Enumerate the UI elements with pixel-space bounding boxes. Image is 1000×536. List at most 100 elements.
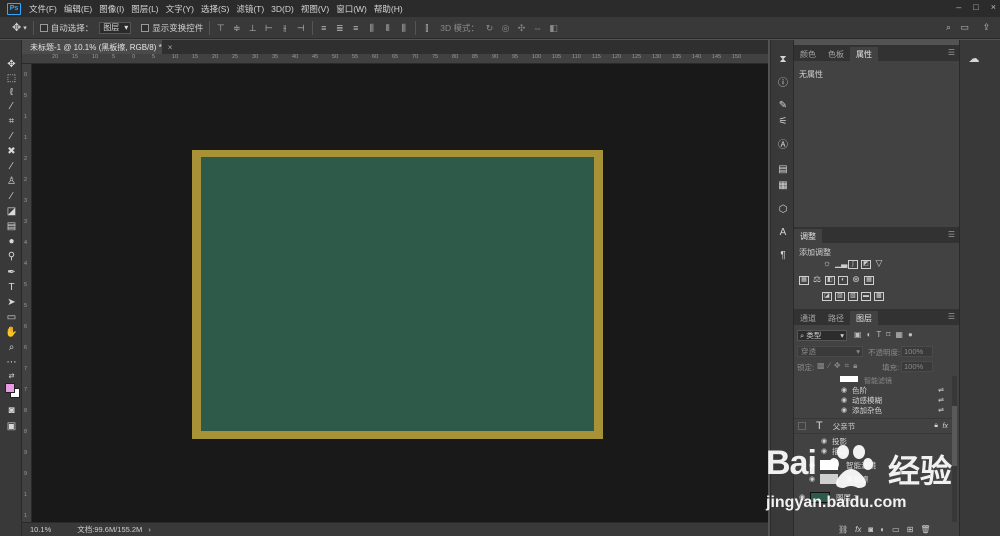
path-select-tool-icon[interactable]: ➤ bbox=[5, 296, 18, 309]
distribute-right-icon[interactable]: ⫼ bbox=[398, 23, 409, 33]
hand-tool-icon[interactable]: ✋ bbox=[5, 326, 18, 339]
auto-select-checkbox[interactable]: 自动选择： bbox=[39, 22, 93, 34]
lasso-tool-icon[interactable]: ℓ bbox=[5, 86, 18, 99]
search-icon[interactable]: ⌕ bbox=[943, 22, 954, 32]
default-colors-icon[interactable]: ⇄ bbox=[5, 370, 18, 383]
paragraph-styles-icon[interactable]: ▤ bbox=[777, 164, 789, 176]
visibility-toggle[interactable] bbox=[798, 422, 806, 430]
menu-type[interactable]: 文字(Y) bbox=[166, 3, 194, 15]
3d-slide-icon[interactable]: ⇔ bbox=[532, 23, 543, 33]
posterize-icon[interactable]: ▨ bbox=[835, 292, 845, 301]
threshold-icon[interactable]: ▧ bbox=[848, 292, 858, 301]
distribute-vcenter-icon[interactable]: ≣ bbox=[334, 23, 345, 33]
rectangle-tool-icon[interactable]: ▭ bbox=[5, 311, 18, 324]
layer-row[interactable]: T 父亲节 🔒︎ fx bbox=[794, 418, 954, 434]
tab-adjustments[interactable]: 调整 bbox=[794, 229, 822, 243]
channel-mixer-icon[interactable]: ⊛ bbox=[851, 275, 861, 285]
tab-channels[interactable]: 通道 bbox=[794, 311, 822, 325]
lock-paint-icon[interactable]: ∕ bbox=[829, 361, 830, 371]
tab-layers[interactable]: 图层 bbox=[850, 311, 878, 325]
filter-options-icon[interactable]: ⇌ bbox=[938, 386, 944, 394]
gradient-tool-icon[interactable]: ▤ bbox=[5, 220, 18, 233]
menu-view[interactable]: 视图(V) bbox=[301, 3, 329, 15]
lock-pixels-icon[interactable]: ▩ bbox=[817, 361, 825, 371]
color-lookup-icon[interactable]: ▦ bbox=[864, 276, 874, 285]
character-styles-icon[interactable]: ▦ bbox=[777, 180, 789, 192]
document-tab[interactable]: 未标题-1 @ 10.1% (黑板擦, RGB/8) * × bbox=[22, 40, 172, 54]
lock-artboard-icon[interactable]: ⌗ bbox=[845, 361, 850, 371]
menu-filter[interactable]: 滤镜(T) bbox=[236, 3, 264, 15]
screen-mode-icon[interactable]: ▣ bbox=[5, 420, 18, 433]
align-left-icon[interactable]: ⊢ bbox=[263, 23, 274, 33]
menu-3d[interactable]: 3D(D) bbox=[271, 4, 294, 14]
layer-row[interactable]: ◉ 添加杂色 ⇌ bbox=[794, 405, 954, 415]
move-tool-icon[interactable]: ✥ bbox=[5, 58, 18, 71]
smart-object-filter-icon[interactable]: ▦ bbox=[895, 330, 903, 339]
marquee-tool-icon[interactable]: ⬚ bbox=[5, 72, 18, 85]
lock-position-icon[interactable]: ✥ bbox=[834, 361, 841, 371]
crop-tool-icon[interactable]: ⌗ bbox=[5, 115, 18, 128]
3d-panel-icon[interactable]: ⬡ bbox=[777, 204, 789, 216]
move-tool-icon[interactable]: ✥ bbox=[12, 21, 21, 34]
status-arrow-icon[interactable]: › bbox=[148, 525, 151, 534]
type-tool-icon[interactable]: T bbox=[5, 281, 18, 294]
distribute-top-icon[interactable]: ≡ bbox=[318, 23, 329, 33]
visibility-eye-icon[interactable]: ◉ bbox=[840, 406, 848, 414]
blur-tool-icon[interactable]: ● bbox=[5, 235, 18, 248]
align-top-icon[interactable]: ⊤ bbox=[215, 23, 226, 33]
color-balance-icon[interactable]: ⚖ bbox=[812, 275, 822, 285]
panel-menu-icon[interactable]: ☰ bbox=[948, 48, 955, 57]
close-icon[interactable]: × bbox=[991, 2, 996, 12]
tool-preset-chevron-icon[interactable]: ▾ bbox=[23, 24, 27, 32]
align-bottom-icon[interactable]: ⊥ bbox=[247, 23, 258, 33]
libraries-icon[interactable]: ☁ bbox=[966, 52, 982, 65]
auto-select-dropdown[interactable]: 图层 ▾ bbox=[99, 21, 132, 34]
filter-options-icon[interactable]: ⇌ bbox=[938, 406, 944, 414]
character-panel-icon[interactable]: Ⓐ bbox=[777, 140, 789, 152]
distribute-bottom-icon[interactable]: ≡ bbox=[350, 23, 361, 33]
brush-settings-icon[interactable]: ✎ bbox=[777, 100, 789, 112]
align-vcenter-icon[interactable]: ≑ bbox=[231, 23, 242, 33]
glyphs-icon[interactable]: A bbox=[777, 227, 789, 239]
restore-icon[interactable]: □ bbox=[973, 2, 978, 12]
filter-toggle-icon[interactable]: ● bbox=[908, 330, 913, 339]
hue-saturation-icon[interactable]: ▦ bbox=[799, 276, 809, 285]
exposure-icon[interactable]: ◩ bbox=[861, 260, 871, 269]
dodge-tool-icon[interactable]: ⚲ bbox=[5, 250, 18, 263]
shape-filter-icon[interactable]: ⌑ bbox=[886, 330, 890, 339]
visibility-eye-icon[interactable]: ◉ bbox=[840, 396, 848, 404]
curves-icon[interactable]: ∫ bbox=[848, 260, 858, 269]
filter-options-icon[interactable]: ⇌ bbox=[938, 396, 944, 404]
fx-icon[interactable]: fx bbox=[943, 423, 948, 430]
menu-layer[interactable]: 图层(L) bbox=[131, 3, 158, 15]
visibility-eye-icon[interactable]: ◉ bbox=[840, 386, 848, 394]
tab-paths[interactable]: 路径 bbox=[822, 311, 850, 325]
photoshop-logo-icon[interactable]: Ps bbox=[7, 2, 21, 15]
quick-select-tool-icon[interactable]: ⁄ bbox=[5, 100, 18, 113]
menu-help[interactable]: 帮助(H) bbox=[374, 3, 403, 15]
clone-stamp-tool-icon[interactable]: ♙ bbox=[5, 175, 18, 188]
layer-filter-select[interactable]: ⌕ 类型 ▾ bbox=[797, 330, 847, 341]
menu-window[interactable]: 窗口(W) bbox=[336, 3, 367, 15]
opacity-input[interactable]: 100% bbox=[901, 346, 933, 357]
menu-select[interactable]: 选择(S) bbox=[201, 3, 229, 15]
chalkboard-surface[interactable] bbox=[201, 157, 594, 431]
gradient-map-icon[interactable]: ▬ bbox=[861, 292, 871, 301]
foreground-color-swatch[interactable] bbox=[5, 383, 15, 393]
menu-file[interactable]: 文件(F) bbox=[29, 3, 57, 15]
history-panel-icon[interactable]: ⧗ bbox=[777, 54, 789, 66]
show-transform-checkbox[interactable]: 显示变换控件 bbox=[141, 22, 203, 34]
eyedropper-tool-icon[interactable]: ⁄ bbox=[5, 130, 18, 143]
selective-color-icon[interactable]: ▩ bbox=[874, 292, 884, 301]
brightness-icon[interactable]: ☼ bbox=[822, 259, 832, 269]
info-panel-icon[interactable]: ⓘ bbox=[777, 78, 789, 90]
more-tools-icon[interactable]: ⋯ bbox=[5, 356, 18, 369]
invert-icon[interactable]: ◪ bbox=[822, 292, 832, 301]
close-tab-icon[interactable]: × bbox=[168, 43, 173, 52]
history-brush-tool-icon[interactable]: ∕ bbox=[5, 190, 18, 203]
distribute-hcenter-icon[interactable]: ⫴ bbox=[382, 23, 393, 33]
fill-input[interactable]: 100% bbox=[901, 361, 933, 372]
distribute-left-icon[interactable]: ⫼ bbox=[366, 23, 377, 33]
share-icon[interactable]: ⇪ bbox=[981, 22, 992, 32]
3d-rotate-icon[interactable]: ↻ bbox=[484, 23, 495, 33]
